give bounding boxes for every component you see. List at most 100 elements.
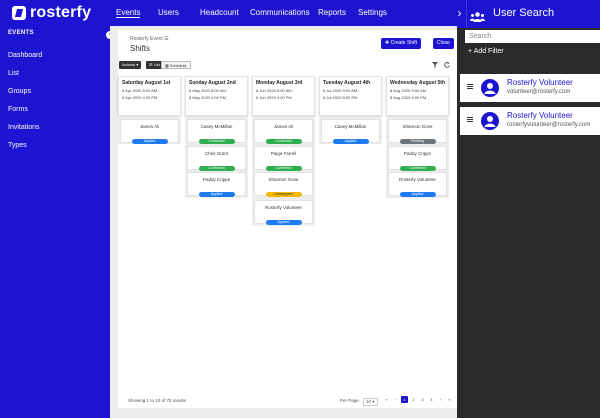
drag-handle-icon[interactable]: [467, 117, 473, 123]
page-prev[interactable]: ‹: [392, 396, 399, 403]
rosterfy-logo[interactable]: rosterfy: [12, 4, 91, 22]
day-title: Wednesday August 5th: [390, 80, 446, 86]
refresh-icon[interactable]: [444, 62, 450, 70]
shift-card[interactable]: Casey McMillan Confirmed: [187, 119, 246, 144]
status-badge: Confirmed: [198, 139, 235, 144]
page-last[interactable]: »: [446, 396, 453, 403]
day-start: 8 Apr 2020 8:00 AM -: [122, 88, 160, 93]
status-badge: Applied: [131, 139, 168, 144]
avatar: [481, 112, 499, 130]
shift-card[interactable]: James Ali Applied: [120, 119, 179, 144]
shift-card[interactable]: Shannon Gove Unassigned: [254, 172, 313, 197]
status-badge: Confirmed: [399, 166, 436, 171]
shift-card[interactable]: Rosterfy Volunteer Applied: [388, 172, 447, 197]
sidebar-item-invitations[interactable]: Invitations: [8, 124, 40, 131]
day-title: Saturday August 1st: [122, 80, 171, 86]
collapse-panel-icon[interactable]: ›: [453, 4, 466, 22]
nav-headcount[interactable]: Headcount: [200, 8, 239, 17]
status-badge: Applied: [399, 192, 436, 197]
status-badge: Pending: [399, 139, 436, 144]
status-badge: Applied: [198, 192, 235, 197]
day-header: Monday August 3rd 8 Jun 2020 8:00 AM - 8…: [252, 76, 315, 116]
user-result-row[interactable]: Rosterfy Volunteer volunteer@rosterfy.co…: [460, 74, 600, 102]
shift-card[interactable]: Chris Grant Confirmed: [187, 146, 246, 171]
sidebar-item-forms[interactable]: Forms: [8, 106, 28, 113]
user-search-panel: › User Search Search + Add Filter Roster…: [457, 0, 600, 418]
shift-column: James Ali Applied: [118, 118, 181, 144]
day-title: Sunday August 2nd: [189, 80, 236, 86]
user-email: rosterfyvolunteer@rosterfy.com: [507, 122, 591, 128]
shift-card[interactable]: Casey McMillan Applied: [321, 119, 380, 144]
day-header: Wednesday August 5th 8 Aug 2020 9:00 AM …: [386, 76, 449, 116]
page-3[interactable]: 3: [419, 396, 426, 403]
volunteer-name: Rosterfy Volunteer: [398, 177, 437, 182]
volunteer-name: James Ali: [139, 124, 160, 129]
page-2[interactable]: 2: [410, 396, 417, 403]
drag-handle-icon[interactable]: [467, 84, 473, 90]
day-start: 8 May 2020 8:00 AM -: [189, 88, 229, 93]
day-end: 8 Jun 2020 4:00 PM: [256, 95, 292, 100]
nav-events[interactable]: Events: [116, 8, 141, 18]
volunteer-name: Shannon Gove: [268, 177, 299, 182]
day-header: Saturday August 1st 8 Apr 2020 8:00 AM -…: [118, 76, 181, 116]
shift-card[interactable]: Paddy Cripps Applied: [187, 172, 246, 197]
sidebar-item-types[interactable]: Types: [8, 142, 27, 149]
day-header: Sunday August 2nd 8 May 2020 8:00 AM - 8…: [185, 76, 248, 116]
day-title: Monday August 3rd: [256, 80, 303, 86]
logo-text: rosterfy: [30, 4, 92, 21]
user-result-row[interactable]: Rosterfy Volunteer rosterfyvolunteer@ros…: [460, 107, 600, 135]
sidebar-item-list[interactable]: List: [8, 70, 19, 77]
breadcrumb[interactable]: Rosterfy Event ☰: [130, 36, 169, 42]
status-badge: Confirmed: [198, 166, 235, 171]
add-filter-button[interactable]: + Add Filter: [468, 48, 504, 55]
page-1[interactable]: 1: [401, 396, 408, 403]
shift-column: Casey McMillan Confirmed Chris Grant Con…: [185, 118, 248, 198]
nav-settings[interactable]: Settings: [358, 8, 387, 17]
status-badge: Confirmed: [265, 139, 302, 144]
volunteer-name: Casey McMillan: [200, 124, 233, 129]
status-badge: Applied: [332, 139, 369, 144]
search-input[interactable]: Search: [465, 30, 600, 43]
page-title: Shifts: [130, 44, 151, 53]
volunteer-name: Paddy Cripps: [202, 177, 230, 182]
logo-mark-icon: [12, 6, 26, 20]
day-end: 8 May 2020 4:00 PM: [189, 95, 226, 100]
shift-card[interactable]: Shannon Gove Pending: [388, 119, 447, 144]
nav-users[interactable]: Users: [158, 8, 179, 17]
close-button[interactable]: Close: [433, 38, 454, 49]
page-4[interactable]: 4: [428, 396, 435, 403]
status-badge: Unassigned: [265, 192, 302, 197]
page-next[interactable]: ›: [437, 396, 444, 403]
volunteer-name: Chris Grant: [204, 151, 228, 156]
per-page-select[interactable]: 10 ▾: [363, 398, 378, 406]
page-first[interactable]: «: [383, 396, 390, 403]
shift-column: James Ali Confirmed Paige Farrell Confir…: [252, 118, 315, 226]
volunteer-name: Rosterfy Volunteer: [264, 205, 303, 210]
shift-column: Shannon Gove Pending Paddy Cripps Confir…: [386, 118, 449, 198]
nav-communications[interactable]: Communications: [250, 8, 310, 17]
user-search-header: › User Search: [457, 0, 600, 28]
filter-icon[interactable]: [432, 62, 438, 70]
sidebar-heading: EVENTS: [8, 30, 34, 36]
shifts-panel: Rosterfy Event ☰ Shifts ✚ Create Shift C…: [118, 30, 458, 408]
shift-card[interactable]: Paige Farrell Confirmed: [254, 146, 313, 171]
volunteer-name: Casey McMillan: [334, 124, 367, 129]
header-divider: [466, 0, 467, 28]
day-end: 8 Jul 2020 5:00 PM: [323, 95, 358, 100]
schedule-view-button[interactable]: ▦ Schedule: [161, 61, 191, 69]
shift-card[interactable]: Paddy Cripps Confirmed: [388, 146, 447, 171]
nav-reports[interactable]: Reports: [318, 8, 346, 17]
create-shift-button[interactable]: ✚ Create Shift: [381, 38, 421, 49]
shift-card[interactable]: James Ali Confirmed: [254, 119, 313, 144]
day-start: 8 Jul 2020 9:00 AM -: [323, 88, 360, 93]
sidebar: EVENTS Dashboard List Groups Forms Invit…: [0, 26, 110, 418]
sidebar-item-groups[interactable]: Groups: [8, 88, 31, 95]
user-name[interactable]: Rosterfy Volunteer: [507, 111, 573, 120]
user-name[interactable]: Rosterfy Volunteer: [507, 78, 573, 87]
shift-card[interactable]: Rosterfy Volunteer Applied: [254, 200, 313, 225]
users-icon: [470, 9, 485, 22]
actions-dropdown[interactable]: Actions ▾: [119, 61, 142, 69]
sidebar-item-dashboard[interactable]: Dashboard: [8, 52, 42, 59]
volunteer-name: Paige Farrell: [270, 151, 297, 156]
per-page-label: Per Page: [340, 398, 359, 403]
